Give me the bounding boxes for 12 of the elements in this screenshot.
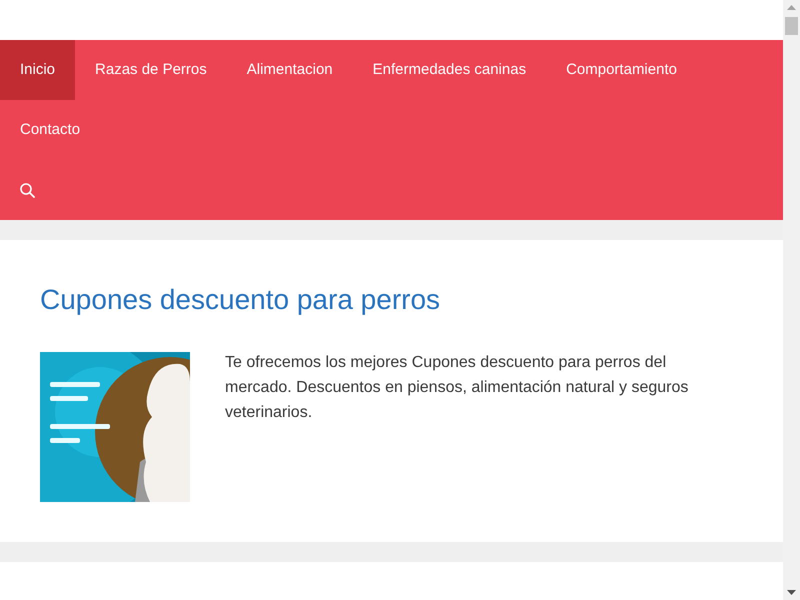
nav-link[interactable]: Enfermedades caninas [352, 40, 546, 100]
article-title[interactable]: Cupones descuento para perros [40, 280, 743, 320]
scrollbar-thumb[interactable] [785, 17, 798, 35]
nav-link[interactable]: Inicio [0, 40, 76, 100]
search-icon[interactable] [20, 182, 35, 198]
nav-link[interactable]: Comportamiento [546, 40, 697, 100]
article-excerpt: Te ofrecemos los mejores Cupones descuento para perros del mercado. Descuentos en piensos, alimentación natural y seguros veterinarios. [225, 353, 690, 423]
nav-link[interactable]: Razas de Perros [75, 40, 227, 100]
scroll-down-icon[interactable] [787, 590, 796, 596]
nav-link[interactable]: Contacto [0, 100, 100, 160]
scroll-up-icon[interactable] [787, 4, 796, 10]
nav-link[interactable]: Alimentacion [226, 40, 353, 100]
